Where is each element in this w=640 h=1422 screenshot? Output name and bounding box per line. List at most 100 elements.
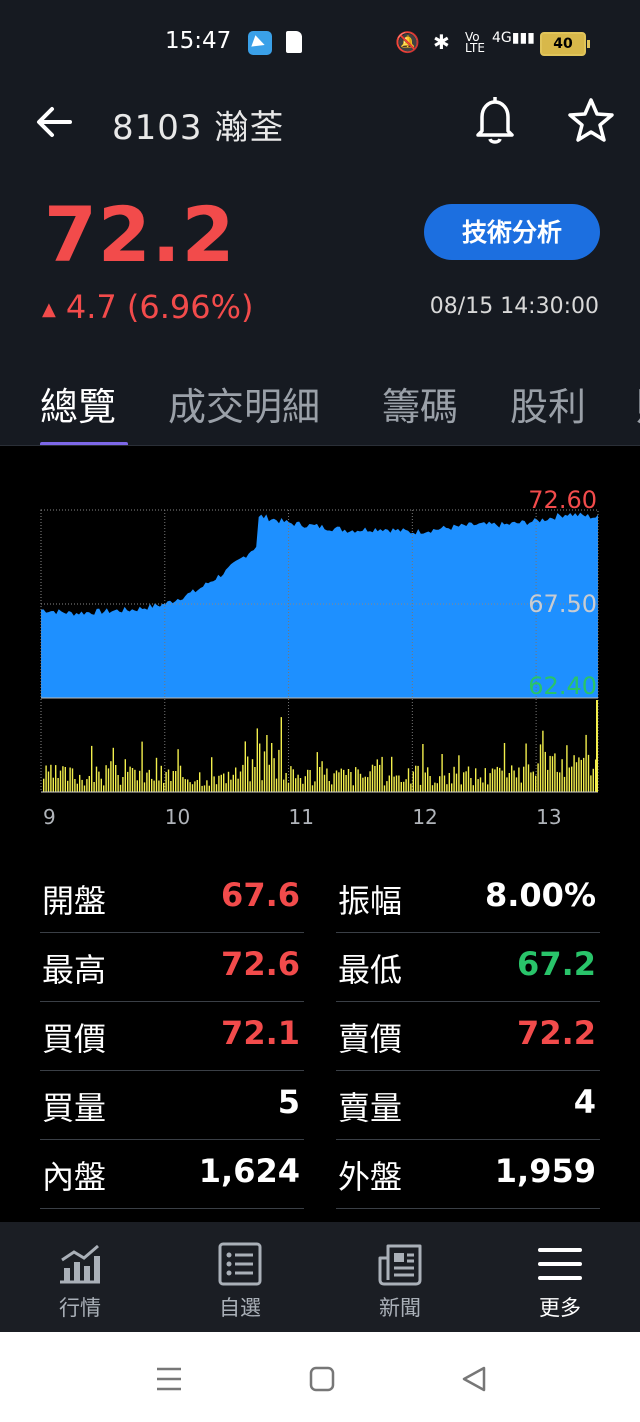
volume-bar <box>280 717 282 792</box>
technical-analysis-button[interactable]: 技術分析 <box>424 204 600 260</box>
stat-high-label: 最高 <box>42 951 107 989</box>
back-triangle-icon[interactable] <box>460 1365 488 1393</box>
volume-bar <box>172 771 174 792</box>
stock-title: 8103 瀚荃 <box>112 108 285 148</box>
price-change-value: 4.7 (6.96%) <box>65 288 254 326</box>
volume-bar <box>350 772 352 792</box>
tab-dividend[interactable]: 股利 <box>510 376 586 431</box>
volume-bar <box>441 754 443 792</box>
volume-bar <box>261 780 263 792</box>
nav-market[interactable]: 行情 <box>0 1222 160 1332</box>
tab-trade-details[interactable]: 成交明細 <box>168 376 320 431</box>
volume-bar <box>223 773 225 792</box>
stat-open-value: 67.6 <box>221 876 300 914</box>
recents-icon[interactable] <box>155 1366 183 1392</box>
telegram-icon <box>248 31 272 55</box>
home-icon[interactable] <box>308 1365 336 1393</box>
volume-bar <box>345 775 347 792</box>
volume-bar <box>359 773 362 792</box>
volume-bar <box>254 767 256 792</box>
volume-bar <box>403 781 405 792</box>
volume-bar <box>465 771 467 792</box>
volume-bar <box>453 766 455 792</box>
volume-bar <box>278 749 280 792</box>
volume-bar <box>417 765 419 792</box>
battery-icon: 40 <box>540 32 590 56</box>
y-tick-label: 62.40 <box>528 672 597 700</box>
volume-bar <box>187 779 189 792</box>
volume-bar <box>194 781 196 792</box>
y-tick-label: 67.50 <box>528 590 597 618</box>
bell-icon[interactable] <box>470 94 520 146</box>
volume-bar <box>398 775 400 792</box>
stat-high: 最高 72.6 <box>40 933 304 1002</box>
volume-bar <box>340 768 342 792</box>
volume-bar <box>527 764 530 792</box>
volume-bar <box>98 771 100 792</box>
volume-bar <box>587 754 590 792</box>
volume-bar <box>458 755 460 792</box>
signal-icon: 4G▮▮▮ <box>492 30 535 46</box>
intraday-chart[interactable]: 72.60 67.50 62.40 9 10 11 12 13 <box>0 470 640 840</box>
volume-bar <box>127 771 129 792</box>
volume-bar <box>379 764 381 792</box>
volume-bar <box>520 782 522 792</box>
volume-bar <box>424 772 426 792</box>
volume-bar <box>451 783 453 792</box>
volume-bar <box>283 779 285 792</box>
back-arrow-icon[interactable] <box>34 102 78 142</box>
quote-datetime: 08/15 14:30:00 <box>429 294 599 319</box>
volume-bar <box>88 776 90 792</box>
volume-bar <box>244 741 246 792</box>
volume-bar <box>583 757 585 792</box>
bottom-nav: 行情 自選 新聞 更多 <box>0 1222 640 1332</box>
volume-bar <box>47 771 50 792</box>
volume-bar <box>484 768 486 792</box>
volume-bar <box>537 763 539 792</box>
stat-bid-volume: 買量 5 <box>40 1071 304 1140</box>
volume-bar <box>491 768 494 792</box>
tab-chips[interactable]: 籌碼 <box>382 376 458 431</box>
volume-bar <box>388 775 390 792</box>
y-tick-label: 72.60 <box>528 486 597 514</box>
stat-ask-volume-label: 賣量 <box>338 1089 403 1127</box>
stat-ask-volume-value: 4 <box>573 1083 596 1121</box>
stat-low-label: 最低 <box>338 951 403 989</box>
nav-more[interactable]: 更多 <box>480 1222 640 1332</box>
volume-bar <box>544 751 546 792</box>
stat-bid-volume-label: 買量 <box>42 1089 107 1127</box>
volume-bar <box>83 785 86 792</box>
volume-bar <box>419 784 422 792</box>
volume-bar <box>580 759 582 792</box>
tab-overview[interactable]: 總覽 <box>40 376 116 431</box>
volume-bar <box>503 743 506 792</box>
volume-bar <box>86 779 88 792</box>
volume-bar <box>506 777 508 792</box>
volume-bar <box>371 764 374 792</box>
volume-bar <box>263 751 266 792</box>
stat-ask-volume: 賣量 4 <box>336 1071 600 1140</box>
network-label: 4G <box>492 30 512 46</box>
stat-amplitude-label: 振幅 <box>338 882 403 920</box>
nav-news-label: 新聞 <box>379 1296 421 1320</box>
volume-bar <box>343 769 345 792</box>
volume-bar <box>302 783 304 792</box>
volume-bar <box>189 782 191 792</box>
volume-bar <box>314 781 316 792</box>
volume-bar <box>139 770 141 792</box>
volume-bar <box>271 743 273 792</box>
volume-bar <box>499 767 501 792</box>
volume-bar <box>93 782 95 792</box>
nav-market-label: 行情 <box>59 1296 101 1320</box>
volume-bar <box>57 778 59 792</box>
volume-bar <box>395 775 398 792</box>
volume-bar <box>431 785 434 792</box>
nav-watchlist[interactable]: 自選 <box>160 1222 320 1332</box>
favorite-star-icon[interactable] <box>566 96 616 146</box>
volume-bar <box>71 768 74 792</box>
volume-bar <box>292 769 294 792</box>
tab-financial[interactable]: 財 <box>636 376 640 431</box>
volume-bar <box>206 780 208 792</box>
volume-bar <box>434 782 436 792</box>
nav-news[interactable]: 新聞 <box>320 1222 480 1332</box>
